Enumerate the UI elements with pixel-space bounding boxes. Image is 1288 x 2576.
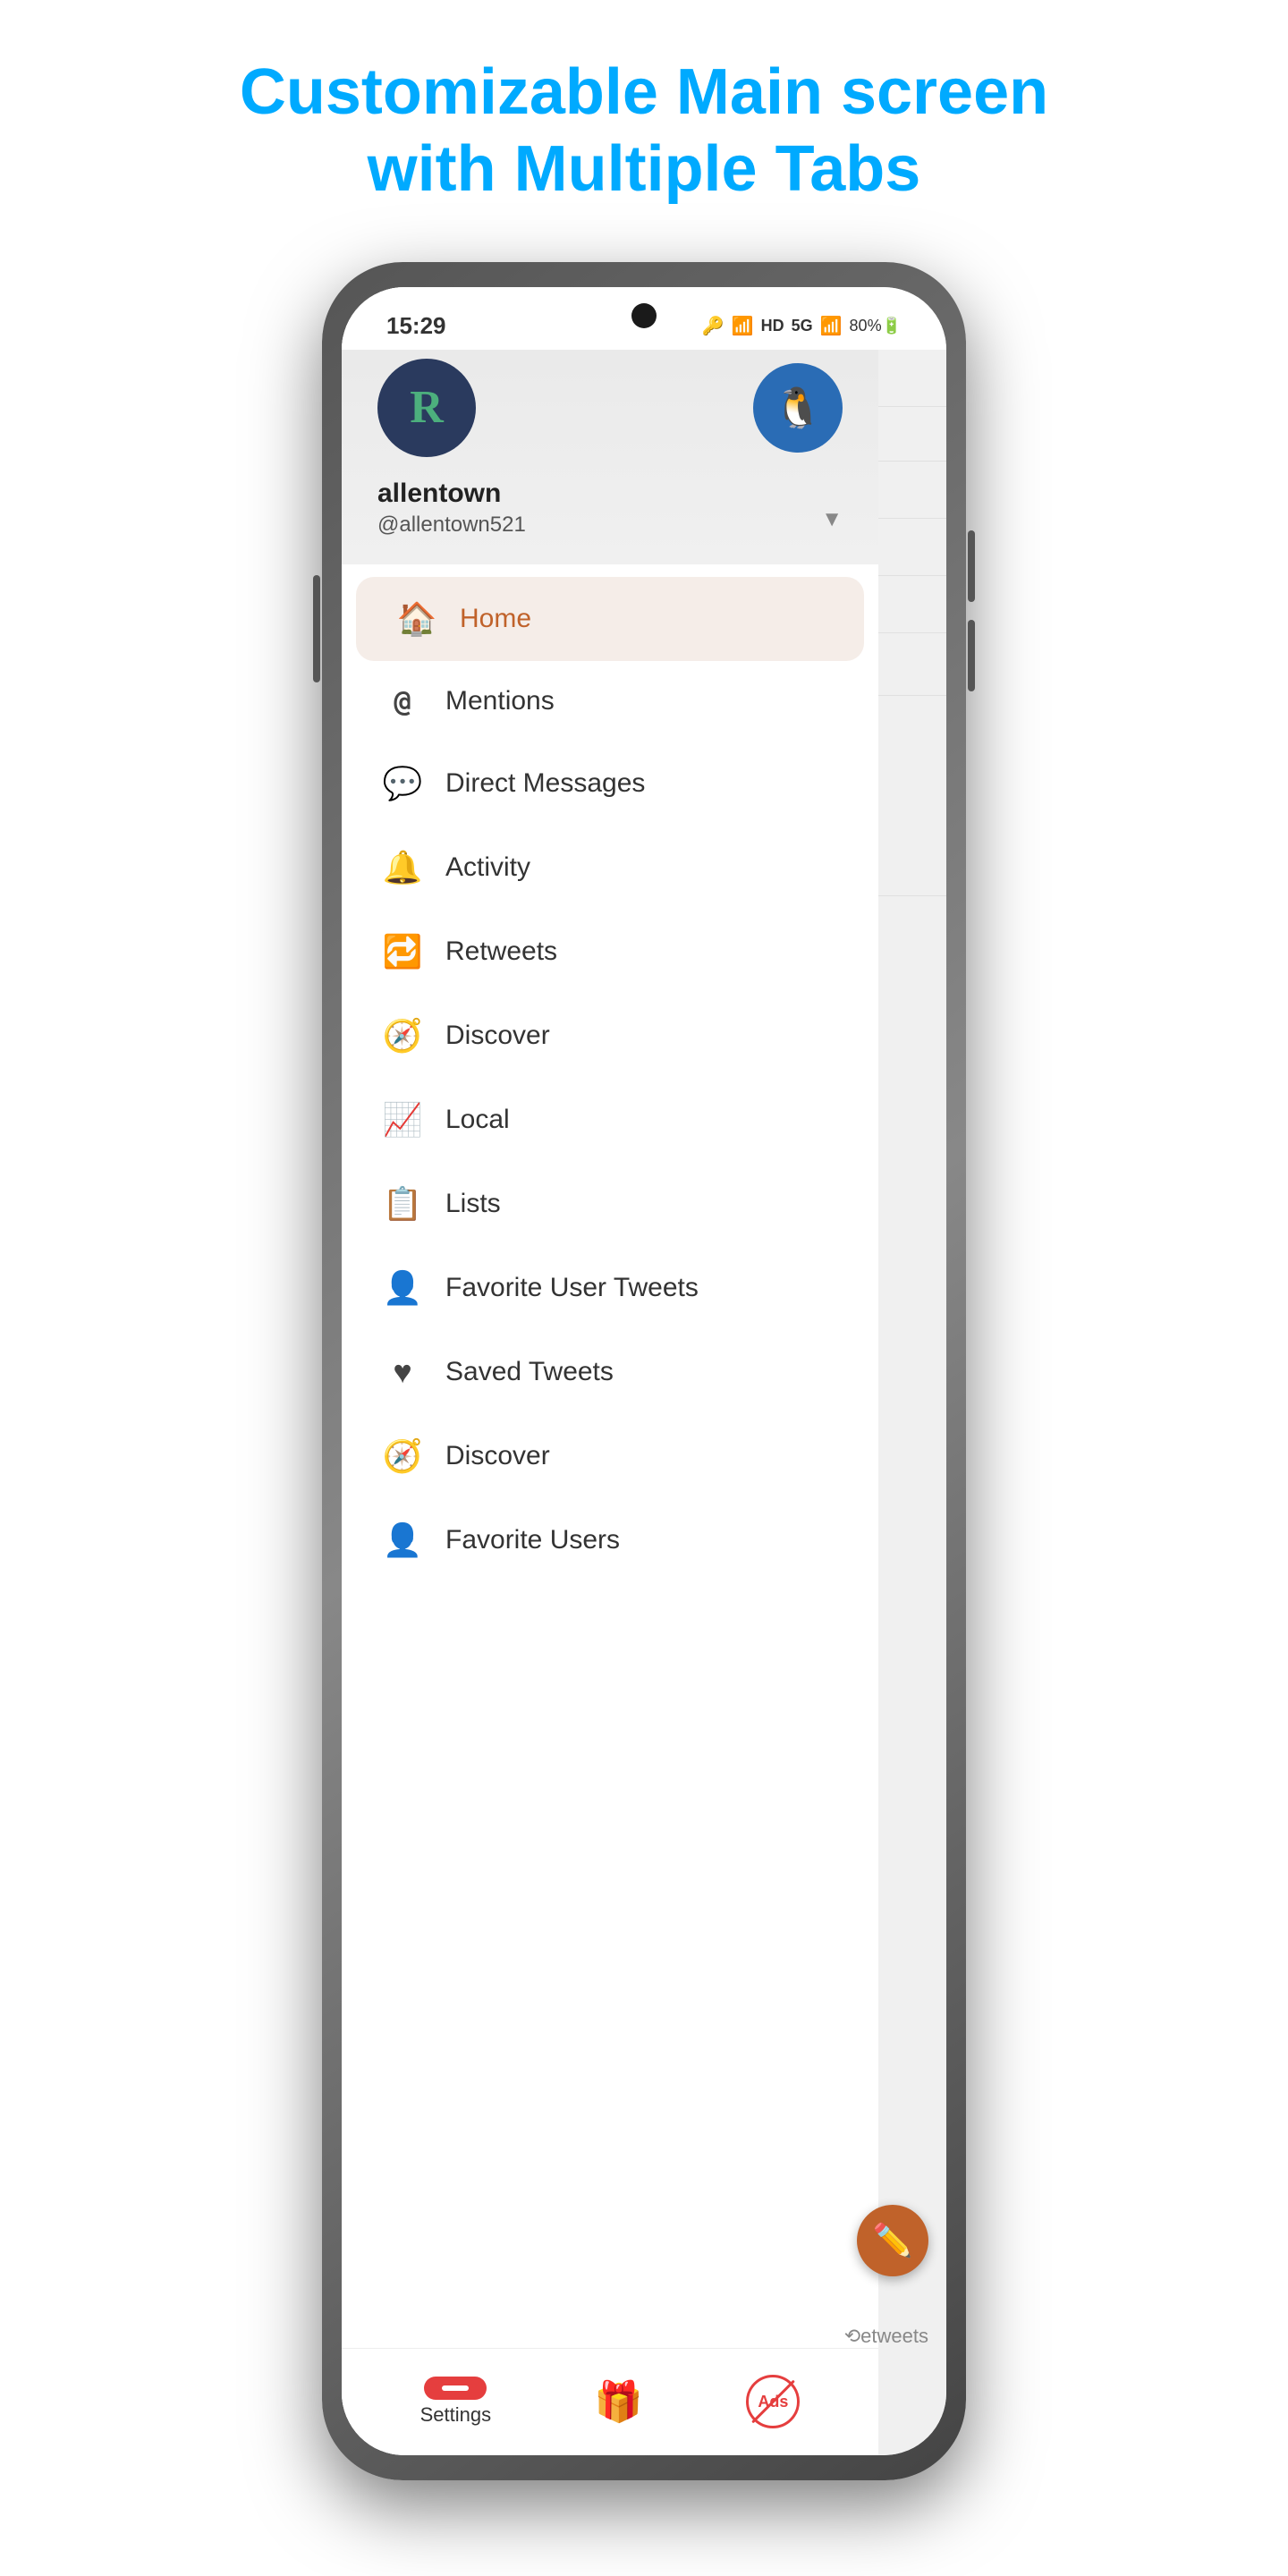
ads-text: Ads: [758, 2393, 788, 2411]
discover2-icon: 🧭: [377, 1437, 428, 1475]
main-avatar[interactable]: R: [377, 359, 476, 457]
retweets-icon: 🔁: [377, 933, 428, 970]
phone-mockup: 15:29 🔑 📶 HD 5G 📶 80%🔋 ucts 🔍 10d s 10d …: [322, 262, 966, 2480]
secondary-avatar-icon: 🐧: [774, 385, 823, 431]
nav-item-retweets[interactable]: 🔁 Retweets: [342, 910, 878, 994]
5g-label: 5G: [792, 317, 813, 335]
key-icon: 🔑: [702, 315, 724, 337]
saved-tweets-icon: ♥: [377, 1353, 428, 1391]
vol-down-button: [968, 620, 975, 691]
nav-list: 🏠 Home @ Mentions 💬 Direct Messages 🔔 Activity 🔁…: [342, 564, 878, 2348]
phone-screen: 15:29 🔑 📶 HD 5G 📶 80%🔋 ucts 🔍 10d s 10d …: [342, 287, 946, 2455]
retweet-label: ⟲etweets: [844, 2325, 928, 2347]
settings-pill: [424, 2377, 487, 2400]
signal-icon: 📶: [820, 315, 843, 337]
vol-up-button: [968, 530, 975, 602]
nav-item-home[interactable]: 🏠 Home: [356, 577, 864, 661]
nav-label-favorite-users: Favorite Users: [445, 1525, 620, 1555]
home-icon: 🏠: [392, 600, 442, 638]
nav-label-favorite-user-tweets: Favorite User Tweets: [445, 1273, 699, 1303]
profile-avatars: R 🐧: [377, 359, 843, 457]
lists-icon: 📋: [377, 1185, 428, 1223]
nav-item-local[interactable]: 📈 Local: [342, 1078, 878, 1162]
power-button: [313, 575, 320, 682]
nav-item-discover2[interactable]: 🧭 Discover: [342, 1414, 878, 1498]
nav-label-retweets: Retweets: [445, 936, 557, 967]
direct-messages-icon: 💬: [377, 765, 428, 802]
nav-item-discover[interactable]: 🧭 Discover: [342, 994, 878, 1078]
favorite-user-tweets-icon: 👤: [377, 1269, 428, 1307]
settings-pill-bar: [442, 2385, 469, 2391]
nav-label-lists: Lists: [445, 1189, 501, 1219]
activity-icon: 🔔: [377, 849, 428, 886]
status-icons: 🔑 📶 HD 5G 📶 80%🔋: [702, 315, 902, 337]
ads-button[interactable]: Ads: [746, 2375, 800, 2428]
gift-button[interactable]: 🎁: [594, 2378, 643, 2425]
nav-label-home: Home: [460, 604, 531, 634]
profile-name: allentown: [377, 479, 843, 509]
nav-item-favorite-user-tweets[interactable]: 👤 Favorite User Tweets: [342, 1246, 878, 1330]
retweet-area: ⟲etweets: [844, 2325, 928, 2348]
local-icon: 📈: [377, 1101, 428, 1139]
compose-fab[interactable]: ✏️: [857, 2205, 928, 2276]
title-line1: Customizable Main screen: [240, 56, 1048, 128]
nav-item-favorite-users[interactable]: 👤 Favorite Users: [342, 1498, 878, 1582]
gift-icon: 🎁: [594, 2378, 643, 2425]
settings-button[interactable]: Settings: [420, 2377, 492, 2427]
wifi-icon: 📶: [732, 315, 754, 337]
settings-label: Settings: [420, 2403, 492, 2427]
avatar-letter: R: [410, 381, 444, 434]
nav-item-direct-messages[interactable]: 💬 Direct Messages: [342, 741, 878, 826]
discover-icon: 🧭: [377, 1017, 428, 1055]
mentions-icon: @: [377, 684, 428, 718]
nav-label-direct-messages: Direct Messages: [445, 768, 645, 799]
page-title: Customizable Main screen with Multiple T…: [132, 54, 1156, 208]
title-line2: with Multiple Tabs: [368, 133, 921, 205]
hd-label: HD: [761, 317, 784, 335]
bottom-bar: Settings 🎁 Ads: [342, 2348, 878, 2455]
nav-item-activity[interactable]: 🔔 Activity: [342, 826, 878, 910]
nav-label-discover: Discover: [445, 1021, 550, 1051]
pencil-icon: ✏️: [873, 2222, 913, 2259]
nav-label-saved-tweets: Saved Tweets: [445, 1357, 614, 1387]
navigation-drawer: R 🐧 allentown @allentown521 ▼ 🏠 Home @ Ment…: [342, 287, 878, 2455]
nav-item-saved-tweets[interactable]: ♥ Saved Tweets: [342, 1330, 878, 1414]
nav-label-discover2: Discover: [445, 1441, 550, 1471]
profile-handle: @allentown521: [377, 513, 843, 538]
camera-notch: [631, 303, 657, 328]
nav-label-local: Local: [445, 1105, 510, 1135]
status-time: 15:29: [386, 312, 446, 340]
secondary-avatar[interactable]: 🐧: [753, 363, 843, 453]
profile-dropdown-arrow[interactable]: ▼: [821, 507, 843, 532]
favorite-users-icon: 👤: [377, 1521, 428, 1559]
ads-circle: Ads: [746, 2375, 800, 2428]
nav-item-mentions[interactable]: @ Mentions: [342, 661, 878, 741]
nav-label-mentions: Mentions: [445, 686, 555, 716]
battery-label: 80%🔋: [850, 317, 902, 335]
nav-label-activity: Activity: [445, 852, 530, 883]
nav-item-lists[interactable]: 📋 Lists: [342, 1162, 878, 1246]
